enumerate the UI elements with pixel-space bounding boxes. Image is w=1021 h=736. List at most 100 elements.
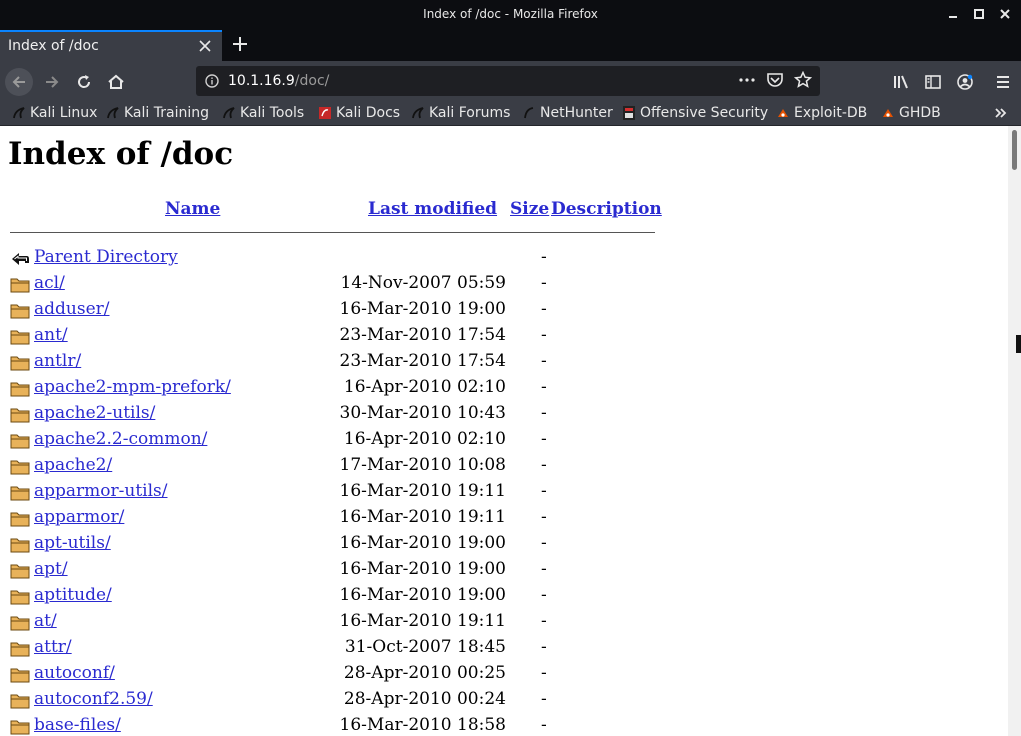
directory-link[interactable]: apt-utils/	[34, 533, 111, 553]
column-header-description[interactable]: Description	[551, 199, 662, 219]
row-size: -	[541, 273, 547, 293]
column-header-name[interactable]: Name	[165, 199, 220, 219]
directory-link[interactable]: attr/	[34, 637, 72, 657]
back-arrow-icon	[12, 253, 29, 265]
minimize-button[interactable]	[945, 6, 961, 22]
menu-button[interactable]	[989, 68, 1017, 96]
sidebar-button[interactable]	[919, 68, 947, 96]
bookmark-label: Kali Forums	[429, 105, 511, 121]
url-bar[interactable]: 10.1.16.9/doc/	[196, 66, 820, 96]
row-modified: 16-Mar-2010 19:00	[339, 585, 506, 605]
bookmark-label: Kali Training	[124, 105, 209, 121]
directory-link[interactable]: apt/	[34, 559, 68, 579]
row-size: -	[541, 507, 547, 527]
kali-dragon-icon	[13, 107, 25, 119]
row-modified: 23-Mar-2010 17:54	[339, 325, 506, 345]
bookmark-star-icon[interactable]	[794, 71, 812, 89]
bookmark-offensive-security[interactable]: Offensive Security	[622, 103, 768, 123]
directory-link[interactable]: aptitude/	[34, 585, 112, 605]
folder-icon	[10, 512, 30, 527]
row-modified: 16-Mar-2010 19:11	[339, 507, 506, 527]
row-size: -	[541, 299, 547, 319]
bookmark-label: Exploit-DB	[794, 105, 868, 121]
table-row: acl/14-Nov-2007 05:59 -	[0, 273, 660, 297]
library-button[interactable]	[887, 68, 915, 96]
table-row: autoconf2.59/28-Apr-2010 00:24 -	[0, 689, 660, 713]
table-row: aptitude/16-Mar-2010 19:00 -	[0, 585, 660, 609]
reload-button[interactable]	[70, 68, 98, 96]
account-button[interactable]	[951, 68, 979, 96]
bookmark-kali-docs[interactable]: Kali Docs	[318, 103, 400, 123]
row-size: -	[541, 689, 547, 709]
bookmark-nethunter[interactable]: NetHunter	[522, 103, 613, 123]
url-path: /doc/	[294, 73, 330, 89]
kali-docs-icon	[319, 107, 331, 119]
tab-close-icon[interactable]	[198, 37, 212, 55]
row-size: -	[541, 429, 547, 449]
directory-link[interactable]: base-files/	[34, 715, 121, 735]
tab-index-of-doc[interactable]: Index of /doc	[0, 30, 222, 61]
bookmark-ghdb[interactable]: GHDB	[881, 103, 941, 123]
directory-link[interactable]: apache2-utils/	[34, 403, 155, 423]
row-size: -	[541, 247, 547, 267]
pocket-icon[interactable]	[766, 71, 784, 89]
bookmark-kali-forums[interactable]: Kali Forums	[411, 103, 510, 123]
row-modified: 16-Apr-2010 02:10	[343, 377, 506, 397]
folder-icon	[10, 356, 30, 371]
folder-icon	[10, 304, 30, 319]
hamburger-menu-icon	[997, 76, 1009, 88]
row-size: -	[541, 533, 547, 553]
back-button[interactable]	[5, 68, 33, 96]
directory-link[interactable]: autoconf/	[34, 663, 115, 683]
page-actions-icon[interactable]	[738, 71, 756, 89]
folder-icon	[10, 434, 30, 449]
row-modified: 16-Mar-2010 19:00	[339, 559, 506, 579]
row-size: -	[541, 455, 547, 475]
close-window-button[interactable]	[997, 6, 1013, 22]
column-header-size[interactable]: Size	[510, 199, 549, 219]
directory-link[interactable]: apache2-mpm-prefork/	[34, 377, 231, 397]
page-scrollbar[interactable]	[1008, 126, 1021, 736]
bookmark-label: NetHunter	[540, 105, 613, 121]
directory-link[interactable]: apache2.2-common/	[34, 429, 207, 449]
navigation-toolbar: 10.1.16.9/doc/	[0, 61, 1021, 101]
sidebar-icon	[925, 75, 941, 89]
text-cursor	[1016, 335, 1021, 353]
bookmarks-overflow-button[interactable]	[994, 103, 1008, 123]
directory-link[interactable]: adduser/	[34, 299, 110, 319]
row-size: -	[541, 611, 547, 631]
scrollbar-thumb[interactable]	[1012, 130, 1017, 170]
bookmark-kali-tools[interactable]: Kali Tools	[222, 103, 304, 123]
directory-link[interactable]: apparmor-utils/	[34, 481, 168, 501]
forward-button[interactable]	[38, 68, 66, 96]
bookmark-kali-training[interactable]: Kali Training	[106, 103, 209, 123]
new-tab-icon[interactable]	[230, 34, 250, 54]
table-row: apache2-mpm-prefork/16-Apr-2010 02:10 -	[0, 377, 660, 401]
info-icon[interactable]	[205, 74, 219, 88]
double-chevron-right-icon	[995, 108, 1007, 118]
directory-link[interactable]: autoconf2.59/	[34, 689, 153, 709]
directory-link[interactable]: at/	[34, 611, 57, 631]
url-text[interactable]: 10.1.16.9/doc/	[228, 73, 329, 89]
maximize-button[interactable]	[971, 6, 987, 22]
url-host: 10.1.16.9	[228, 73, 295, 89]
library-icon	[894, 75, 908, 89]
tab-bar: Index of /doc	[0, 29, 1021, 61]
kali-dragon-icon	[223, 107, 235, 119]
directory-link[interactable]: antlr/	[34, 351, 81, 371]
parent-directory-link[interactable]: Parent Directory	[34, 247, 178, 267]
column-header-last-modified[interactable]: Last modified	[368, 199, 497, 219]
kali-dragon-icon	[412, 107, 424, 119]
bookmark-label: Offensive Security	[640, 105, 769, 121]
directory-link[interactable]: acl/	[34, 273, 65, 293]
bookmark-kali-linux[interactable]: Kali Linux	[12, 103, 97, 123]
directory-link[interactable]: apache2/	[34, 455, 112, 475]
home-button[interactable]	[102, 68, 130, 96]
window-title: Index of /doc - Mozilla Firefox	[423, 7, 598, 21]
table-row: apparmor-utils/16-Mar-2010 19:11 -	[0, 481, 660, 505]
row-modified: 16-Mar-2010 18:58	[339, 715, 506, 735]
row-modified: 16-Mar-2010 19:00	[339, 533, 506, 553]
bookmark-exploit-db[interactable]: Exploit-DB	[776, 103, 867, 123]
directory-link[interactable]: apparmor/	[34, 507, 124, 527]
directory-link[interactable]: ant/	[34, 325, 68, 345]
